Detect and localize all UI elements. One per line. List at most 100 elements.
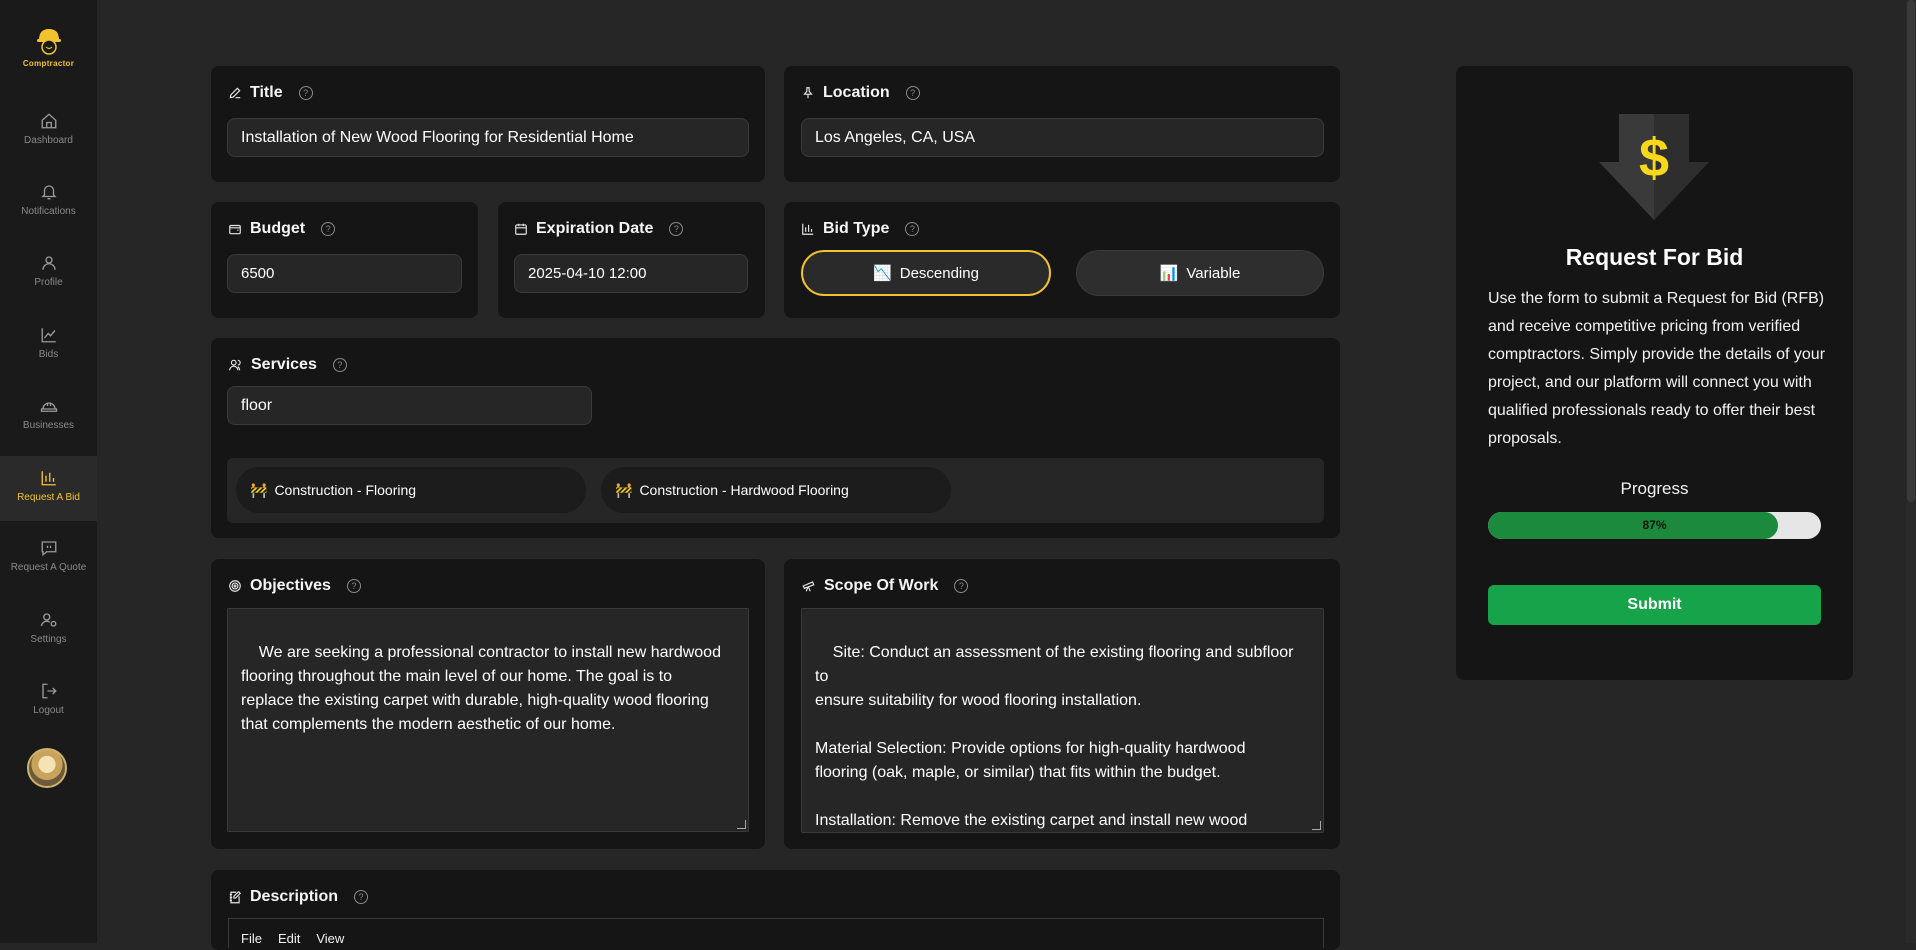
service-chip-label: Construction - Flooring bbox=[274, 482, 417, 498]
sidebar-item-label: Businesses bbox=[22, 420, 75, 431]
budget-input[interactable]: 6500 bbox=[227, 254, 462, 293]
pin-icon bbox=[803, 87, 813, 99]
panel-title: Request For Bid bbox=[1565, 244, 1744, 270]
sidebar-item-logout[interactable]: Logout bbox=[0, 682, 97, 742]
bar-chart-icon bbox=[802, 223, 814, 235]
services-chip-list: 🚧 Construction - Flooring 🚧 Construction… bbox=[227, 458, 1324, 523]
brand-logo[interactable]: Comptractor bbox=[10, 26, 87, 72]
sidebar-item-notifications[interactable]: Notifications bbox=[0, 183, 97, 243]
sidebar-item-settings[interactable]: Settings bbox=[0, 611, 97, 671]
budget-header: Budget ? bbox=[228, 220, 336, 238]
location-label: Location bbox=[823, 84, 890, 101]
sidebar-item-label: Bids bbox=[38, 349, 59, 360]
description-label: Description bbox=[250, 888, 339, 905]
sidebar-item-label: Dashboard bbox=[24, 135, 73, 146]
sidebar-item-label: Logout bbox=[33, 705, 64, 716]
sidebar-item-bids[interactable]: Bids bbox=[0, 326, 97, 386]
service-chip[interactable]: 🚧 Construction - Flooring bbox=[236, 467, 586, 513]
bar-chart-emoji-icon: 📊 bbox=[1159, 265, 1179, 282]
bid-type-card: Bid Type ? 📉 Descending 📊 Variable bbox=[784, 202, 1340, 318]
sidebar-item-businesses[interactable]: Businesses bbox=[0, 397, 97, 457]
help-icon[interactable]: ? bbox=[905, 86, 920, 100]
help-icon[interactable]: ? bbox=[954, 579, 969, 593]
sidebar-item-request-a-quote[interactable]: Request A Quote bbox=[0, 539, 97, 599]
sidebar-item-label: Profile bbox=[34, 277, 63, 288]
help-icon[interactable]: ? bbox=[332, 358, 347, 372]
help-icon[interactable]: ? bbox=[346, 579, 361, 593]
expiration-header: Expiration Date ? bbox=[514, 220, 684, 238]
expiration-date-input[interactable]: 2025-04-10 12:00 bbox=[514, 254, 748, 293]
sidebar-item-dashboard[interactable]: Dashboard bbox=[0, 112, 97, 172]
panel-description: Use the form to submit a Request for Bid… bbox=[1488, 290, 1826, 447]
chart-decreasing-icon: 📉 bbox=[873, 265, 892, 282]
avatar[interactable] bbox=[27, 748, 67, 788]
title-input[interactable]: Installation of New Wood Flooring for Re… bbox=[227, 118, 749, 157]
construction-icon: 🚧 bbox=[250, 481, 268, 498]
user-icon bbox=[41, 256, 56, 270]
hardhat-icon bbox=[40, 402, 57, 412]
sidebar-item-label: Notifications bbox=[21, 206, 76, 217]
line-chart-icon bbox=[41, 328, 56, 343]
hardhat-logo-icon bbox=[36, 29, 61, 55]
menu-file[interactable]: File bbox=[241, 931, 262, 948]
calendar-icon bbox=[515, 223, 527, 235]
budget-label: Budget bbox=[250, 220, 306, 237]
services-header: Services ? bbox=[228, 356, 347, 374]
title-label: Title bbox=[250, 84, 283, 101]
scrollbar-thumb[interactable] bbox=[1907, 0, 1915, 502]
scope-textarea[interactable]: Site: Conduct an assessment of the exist… bbox=[801, 608, 1324, 833]
bid-type-descending-button[interactable]: 📉 Descending bbox=[801, 250, 1051, 296]
services-search-input[interactable]: floor bbox=[227, 386, 592, 425]
sidebar-item-label: Request A Quote bbox=[10, 562, 87, 573]
services-label: Services bbox=[251, 356, 317, 373]
sidebar-item-profile[interactable]: Profile bbox=[0, 254, 97, 314]
bid-type-option-label: Descending bbox=[899, 264, 979, 282]
submit-button[interactable]: Submit bbox=[1488, 585, 1821, 625]
logout-icon bbox=[41, 683, 57, 699]
location-header: Location ? bbox=[801, 84, 920, 102]
help-icon[interactable]: ? bbox=[321, 222, 336, 236]
sidebar: Comptractor Dashboard Notifications Prof… bbox=[0, 0, 97, 943]
menu-edit[interactable]: Edit bbox=[278, 931, 300, 948]
menu-view[interactable]: View bbox=[316, 931, 344, 948]
resize-handle[interactable] bbox=[1312, 821, 1321, 830]
bid-type-variable-button[interactable]: 📊 Variable bbox=[1076, 250, 1324, 296]
help-icon[interactable]: ? bbox=[905, 222, 920, 236]
telescope-icon bbox=[802, 581, 815, 592]
progress-percent: 87% bbox=[1642, 518, 1667, 532]
scope-card: Scope Of Work ? Site: Conduct an assessm… bbox=[784, 559, 1340, 849]
help-icon[interactable]: ? bbox=[298, 86, 313, 100]
title-card: Title ? Installation of New Wood Floorin… bbox=[211, 66, 765, 182]
user-cog-icon bbox=[40, 613, 56, 627]
construction-icon: 🚧 bbox=[615, 481, 633, 498]
sidebar-item-request-a-bid[interactable]: Request A Bid bbox=[0, 456, 97, 521]
objectives-textarea[interactable]: We are seeking a professional contractor… bbox=[227, 608, 749, 832]
notebook-pen-icon bbox=[229, 890, 242, 903]
services-card: Services ? floor 🚧 Construction - Floori… bbox=[211, 338, 1340, 538]
location-input[interactable]: Los Angeles, CA, USA bbox=[801, 118, 1324, 157]
resize-handle[interactable] bbox=[737, 820, 746, 829]
users-icon bbox=[229, 359, 241, 371]
objectives-text: We are seeking a professional contractor… bbox=[241, 644, 721, 733]
objectives-label: Objectives bbox=[250, 577, 331, 594]
budget-card: Budget ? 6500 bbox=[211, 202, 478, 318]
bid-type-label: Bid Type bbox=[823, 220, 890, 237]
help-icon[interactable]: ? bbox=[354, 890, 369, 904]
bid-type-option-label: Variable bbox=[1186, 264, 1241, 282]
request-for-bid-panel: $ Request For Bid Use the form to submit… bbox=[1456, 66, 1853, 680]
brand-name: Comptractor bbox=[22, 59, 75, 68]
editor-menubar: File Edit View bbox=[228, 918, 1324, 948]
expiration-label: Expiration Date bbox=[536, 220, 654, 237]
pencil-icon bbox=[229, 87, 241, 99]
bid-type-header: Bid Type ? bbox=[801, 220, 920, 238]
location-card: Location ? Los Angeles, CA, USA bbox=[784, 66, 1340, 182]
help-icon[interactable]: ? bbox=[669, 222, 684, 236]
bar-chart-icon bbox=[41, 471, 56, 486]
objectives-header: Objectives ? bbox=[228, 577, 361, 595]
description-header: Description ? bbox=[228, 888, 369, 906]
sidebar-item-label: Settings bbox=[30, 634, 67, 645]
wallet-icon bbox=[229, 224, 241, 235]
service-chip[interactable]: 🚧 Construction - Hardwood Flooring bbox=[601, 467, 951, 513]
progress-bar: 87% bbox=[1488, 512, 1821, 539]
bell-icon bbox=[40, 185, 57, 200]
